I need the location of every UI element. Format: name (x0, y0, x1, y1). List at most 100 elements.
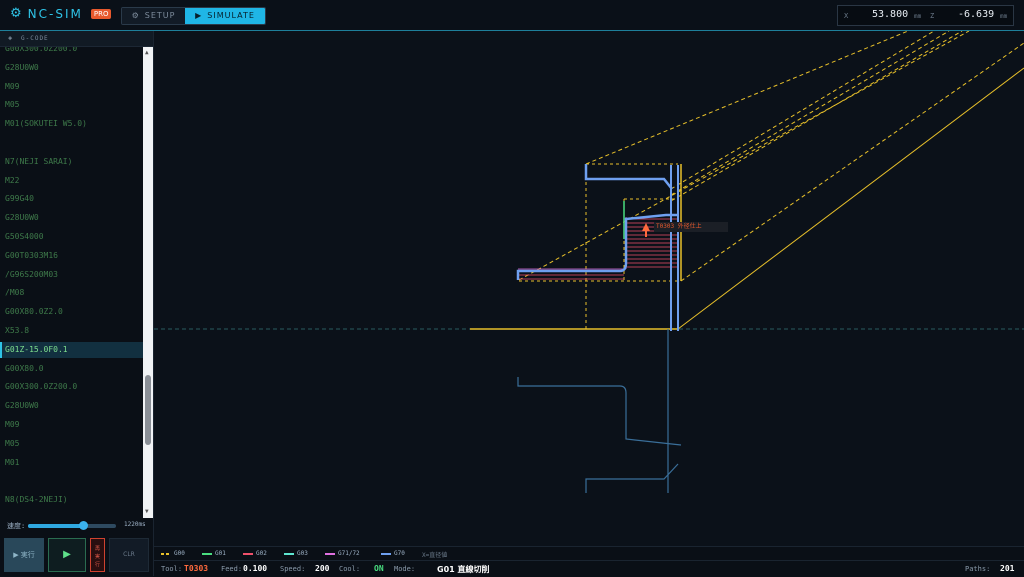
legend-label: G01 (215, 550, 226, 557)
gcode-line[interactable]: G28U0W0 (0, 210, 143, 226)
gcode-scrollbar[interactable]: ▲ ▼ (143, 47, 153, 518)
speed-slider[interactable] (28, 521, 116, 530)
speed-slider-knob[interactable] (78, 521, 88, 530)
tab-setup[interactable]: ⚙ SETUP (122, 8, 185, 24)
gcode-line[interactable]: G01Z-15.0F0.1 (0, 341, 143, 358)
gcode-list[interactable]: G00X300.0Z200.0 G28U0W0 M09 M05 M01(SOKUTEI … (0, 47, 143, 518)
cool-label: Cool: (339, 565, 361, 573)
scroll-down-icon[interactable]: ▼ (145, 508, 149, 515)
gcode-line[interactable]: G99G40 (0, 191, 143, 207)
legend-label: G03 (297, 550, 308, 557)
x-label: X (844, 12, 849, 20)
gcode-header-title: G-CODE (21, 35, 49, 42)
workpiece-outline (517, 329, 682, 493)
gcode-line[interactable]: M05 (0, 436, 143, 452)
legend-label: G00 (174, 550, 185, 557)
gcode-line[interactable]: N8(DS4-2NEJI) (0, 492, 143, 508)
mode-tabs: ⚙ SETUP ▶ SIMULATE (121, 7, 266, 25)
gcode-line[interactable]: /M08 (0, 285, 143, 301)
simulation-canvas[interactable] (154, 30, 1024, 546)
legend-swatch (202, 552, 212, 555)
run-button[interactable]: ▶ 実行 (4, 538, 44, 572)
gcode-line[interactable]: M01(SOKUTEI W5.0) (0, 116, 143, 132)
gcode-panel: ◈ G-CODE G00X300.0Z200.0 G28U0W0 M09 M05 M01… (0, 31, 154, 576)
toolpath-view (154, 30, 1024, 493)
path-legend: G00 G01 G02 G03 G71/72 G70 X=直径値 (154, 546, 1024, 560)
play-icon: ▶ (195, 11, 203, 20)
scroll-up-icon[interactable]: ▲ (145, 49, 149, 56)
gcode-line[interactable]: M09 (0, 417, 143, 433)
top-bar: ⚙ NC-SIM PRO ⚙ SETUP ▶ SIMULATE X 53.800… (0, 0, 1024, 31)
speed-slider-fill (28, 524, 83, 528)
legend-item: G01 (202, 550, 226, 557)
legend-swatch (243, 552, 253, 555)
app-title: NC-SIM (27, 7, 83, 21)
gcode-line[interactable]: M05 (0, 97, 143, 113)
g00-rapid-paths (470, 30, 1024, 330)
gcode-line[interactable]: M09 (0, 79, 143, 95)
x-unit: mm (914, 13, 922, 20)
tab-simulate-label: SIMULATE (207, 11, 255, 20)
rerun-button[interactable]: 再実行 (90, 538, 105, 572)
speed-control: 速度: 1220ms (0, 518, 153, 534)
app-logo: ⚙ NC-SIM PRO (10, 6, 112, 22)
legend-item: G02 (243, 550, 267, 557)
tool-label: Tool: (161, 565, 183, 573)
gear-icon: ⚙ (10, 6, 22, 21)
clear-button[interactable]: CLR (109, 538, 149, 572)
z-label: Z (930, 12, 935, 20)
gcode-line[interactable]: G00T0303M16 (0, 248, 143, 264)
g70-finish-profile (516, 164, 679, 331)
legend-item: G70 (381, 550, 405, 557)
tool-value: T0303 (184, 564, 209, 573)
control-buttons: ▶ 実行 ▶ 再実行 CLR (0, 536, 153, 576)
paths-value: 201 (1000, 564, 1015, 573)
z-unit: mm (1000, 13, 1008, 20)
gcode-line[interactable]: G00X300.0Z200.0 (0, 47, 143, 57)
gcode-line[interactable]: G00X80.0Z2.0 (0, 304, 143, 320)
legend-item: G00 (161, 550, 185, 557)
coordinate-readout: X 53.800 mm Z -6.639 mm (837, 5, 1014, 26)
mode-label: Mode: (394, 565, 416, 573)
legend-item: G03 (284, 550, 308, 557)
gcode-line[interactable] (0, 473, 143, 489)
gcode-line[interactable] (0, 135, 143, 151)
cool-value: ON (374, 564, 384, 573)
legend-swatch (284, 552, 294, 555)
gcode-line[interactable]: G00X300.0Z200.0 (0, 379, 143, 395)
speed-status-label: Speed: (280, 565, 306, 573)
speed-value: 1220ms (124, 521, 146, 528)
legend-note: X=直径値 (422, 552, 448, 559)
x-value: 53.800 (872, 9, 909, 20)
tool-tooltip: T0303 外径仕上 (654, 222, 728, 232)
mode-value: G01 直線切削 (437, 565, 490, 574)
gear-icon: ⚙ (131, 11, 140, 20)
legend-label: G70 (394, 550, 405, 557)
gcode-line[interactable]: /G96S200M03 (0, 267, 143, 283)
play-button[interactable]: ▶ (48, 538, 86, 572)
pro-badge: PRO (90, 9, 112, 19)
gcode-line[interactable]: G28U0W0 (0, 60, 143, 76)
feed-value: 0.100 (243, 564, 268, 573)
legend-swatch (381, 552, 391, 555)
gcode-line[interactable]: G28U0W0 (0, 398, 143, 414)
legend-swatch (161, 552, 171, 555)
gcode-line[interactable]: M01 (0, 455, 143, 471)
gcode-line[interactable]: N7(NEJI SARAI) (0, 154, 143, 170)
scroll-thumb[interactable] (145, 375, 151, 445)
legend-swatch (325, 552, 335, 555)
tab-simulate[interactable]: ▶ SIMULATE (185, 8, 265, 24)
gcode-line[interactable]: G00X80.0 (0, 361, 143, 377)
legend-item: G71/72 (325, 550, 360, 557)
g71-profile (518, 217, 627, 270)
speed-label: 速度: (7, 522, 26, 530)
gcode-header: ◈ G-CODE (0, 31, 153, 47)
paths-label: Paths: (965, 565, 991, 573)
gcode-line[interactable]: X53.8 (0, 323, 143, 339)
code-icon: ◈ (8, 34, 14, 42)
legend-label: G71/72 (338, 550, 360, 557)
gcode-line[interactable]: G50S4000 (0, 229, 143, 245)
legend-label: G02 (256, 550, 267, 557)
gcode-line[interactable]: M22 (0, 173, 143, 189)
speed-status-value: 200 (315, 564, 330, 573)
